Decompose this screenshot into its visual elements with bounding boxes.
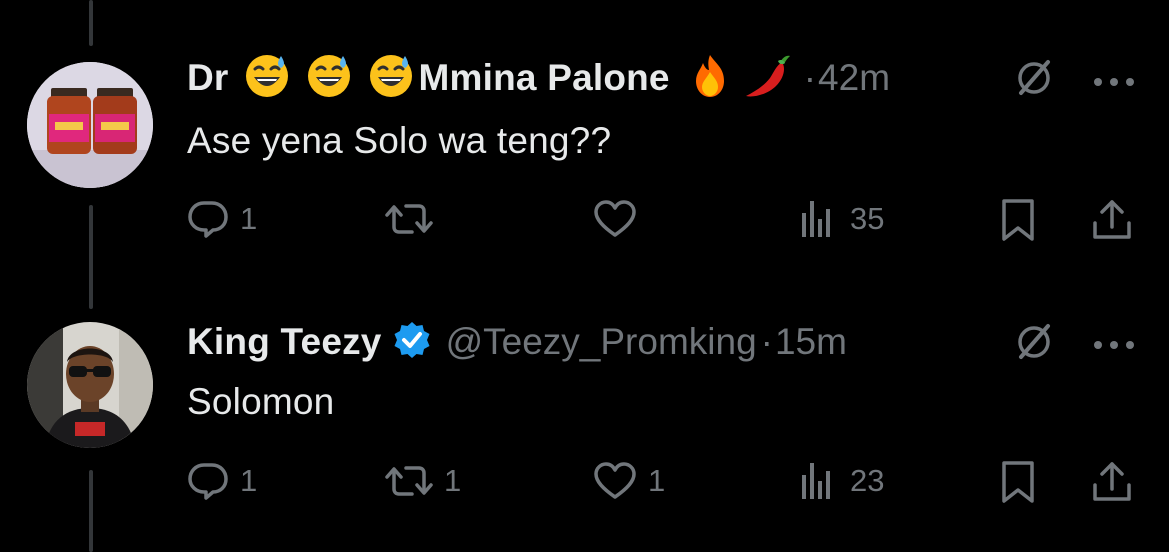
views-chart-icon [802, 463, 830, 499]
verified-badge-icon[interactable] [392, 320, 432, 365]
avatar[interactable] [27, 62, 153, 188]
bookmark-button[interactable] [999, 459, 1037, 505]
bookmark-icon [1002, 199, 1034, 241]
like-button[interactable] [592, 197, 648, 241]
share-icon [1093, 462, 1131, 501]
tweet-text: Solomon [187, 381, 335, 422]
display-name-prefix[interactable]: Dr [187, 57, 229, 99]
bookmark-button[interactable] [999, 197, 1037, 243]
fire-emoji-icon [686, 52, 734, 105]
sweat-smile-emoji-icon [305, 52, 353, 105]
retweet-icon [385, 466, 433, 496]
reply-count: 1 [240, 201, 258, 236]
views-button[interactable]: 23 [796, 459, 884, 503]
views-chart-icon [802, 201, 830, 237]
view-count: 23 [850, 463, 885, 498]
reply-icon [188, 463, 228, 500]
share-icon [1093, 200, 1131, 239]
tweet-2[interactable]: King Teezy @Teezy_Promking · 15m Solomon… [0, 270, 1169, 552]
tweet-header: Dr Mmina Palone · 42m [187, 53, 890, 103]
view-count: 35 [850, 201, 885, 236]
retweet-button[interactable]: 1 [384, 459, 461, 503]
grok-icon[interactable] [1013, 57, 1055, 104]
like-button[interactable]: 1 [592, 459, 665, 503]
tweet-text: Ase yena Solo wa teng?? [187, 120, 612, 161]
tweet-header: King Teezy @Teezy_Promking · 15m [187, 317, 847, 367]
reply-icon [188, 201, 228, 238]
separator-dot: · [803, 57, 817, 98]
user-handle[interactable]: @Teezy_Promking [446, 321, 757, 363]
retweet-icon [385, 204, 433, 234]
heart-icon [594, 200, 636, 237]
tweet-1[interactable]: Dr Mmina Palone · 42m Ase yena Solo wa t… [0, 0, 1169, 270]
more-options-icon[interactable] [1093, 74, 1137, 92]
retweet-button[interactable] [384, 197, 444, 241]
timestamp[interactable]: 15m [775, 321, 847, 363]
share-button[interactable] [1090, 197, 1134, 243]
like-count: 1 [648, 463, 666, 498]
retweet-count: 1 [444, 463, 462, 498]
bookmark-icon [1002, 461, 1034, 503]
views-button[interactable]: 35 [796, 197, 884, 241]
display-name[interactable]: Mmina Palone [419, 57, 670, 99]
reply-count: 1 [240, 463, 258, 498]
separator-dot: · [760, 321, 773, 362]
more-options-icon[interactable] [1093, 337, 1137, 355]
hot-pepper-emoji-icon [742, 52, 794, 105]
timestamp[interactable]: 42m [818, 57, 890, 99]
grok-icon[interactable] [1013, 321, 1055, 368]
reply-button[interactable]: 1 [186, 197, 257, 241]
heart-icon [594, 462, 636, 499]
sweat-smile-emoji-icon [367, 52, 415, 105]
display-name[interactable]: King Teezy [187, 321, 382, 363]
sweat-smile-emoji-icon [243, 52, 291, 105]
avatar[interactable] [27, 322, 153, 448]
reply-button[interactable]: 1 [186, 459, 257, 503]
share-button[interactable] [1090, 459, 1134, 505]
